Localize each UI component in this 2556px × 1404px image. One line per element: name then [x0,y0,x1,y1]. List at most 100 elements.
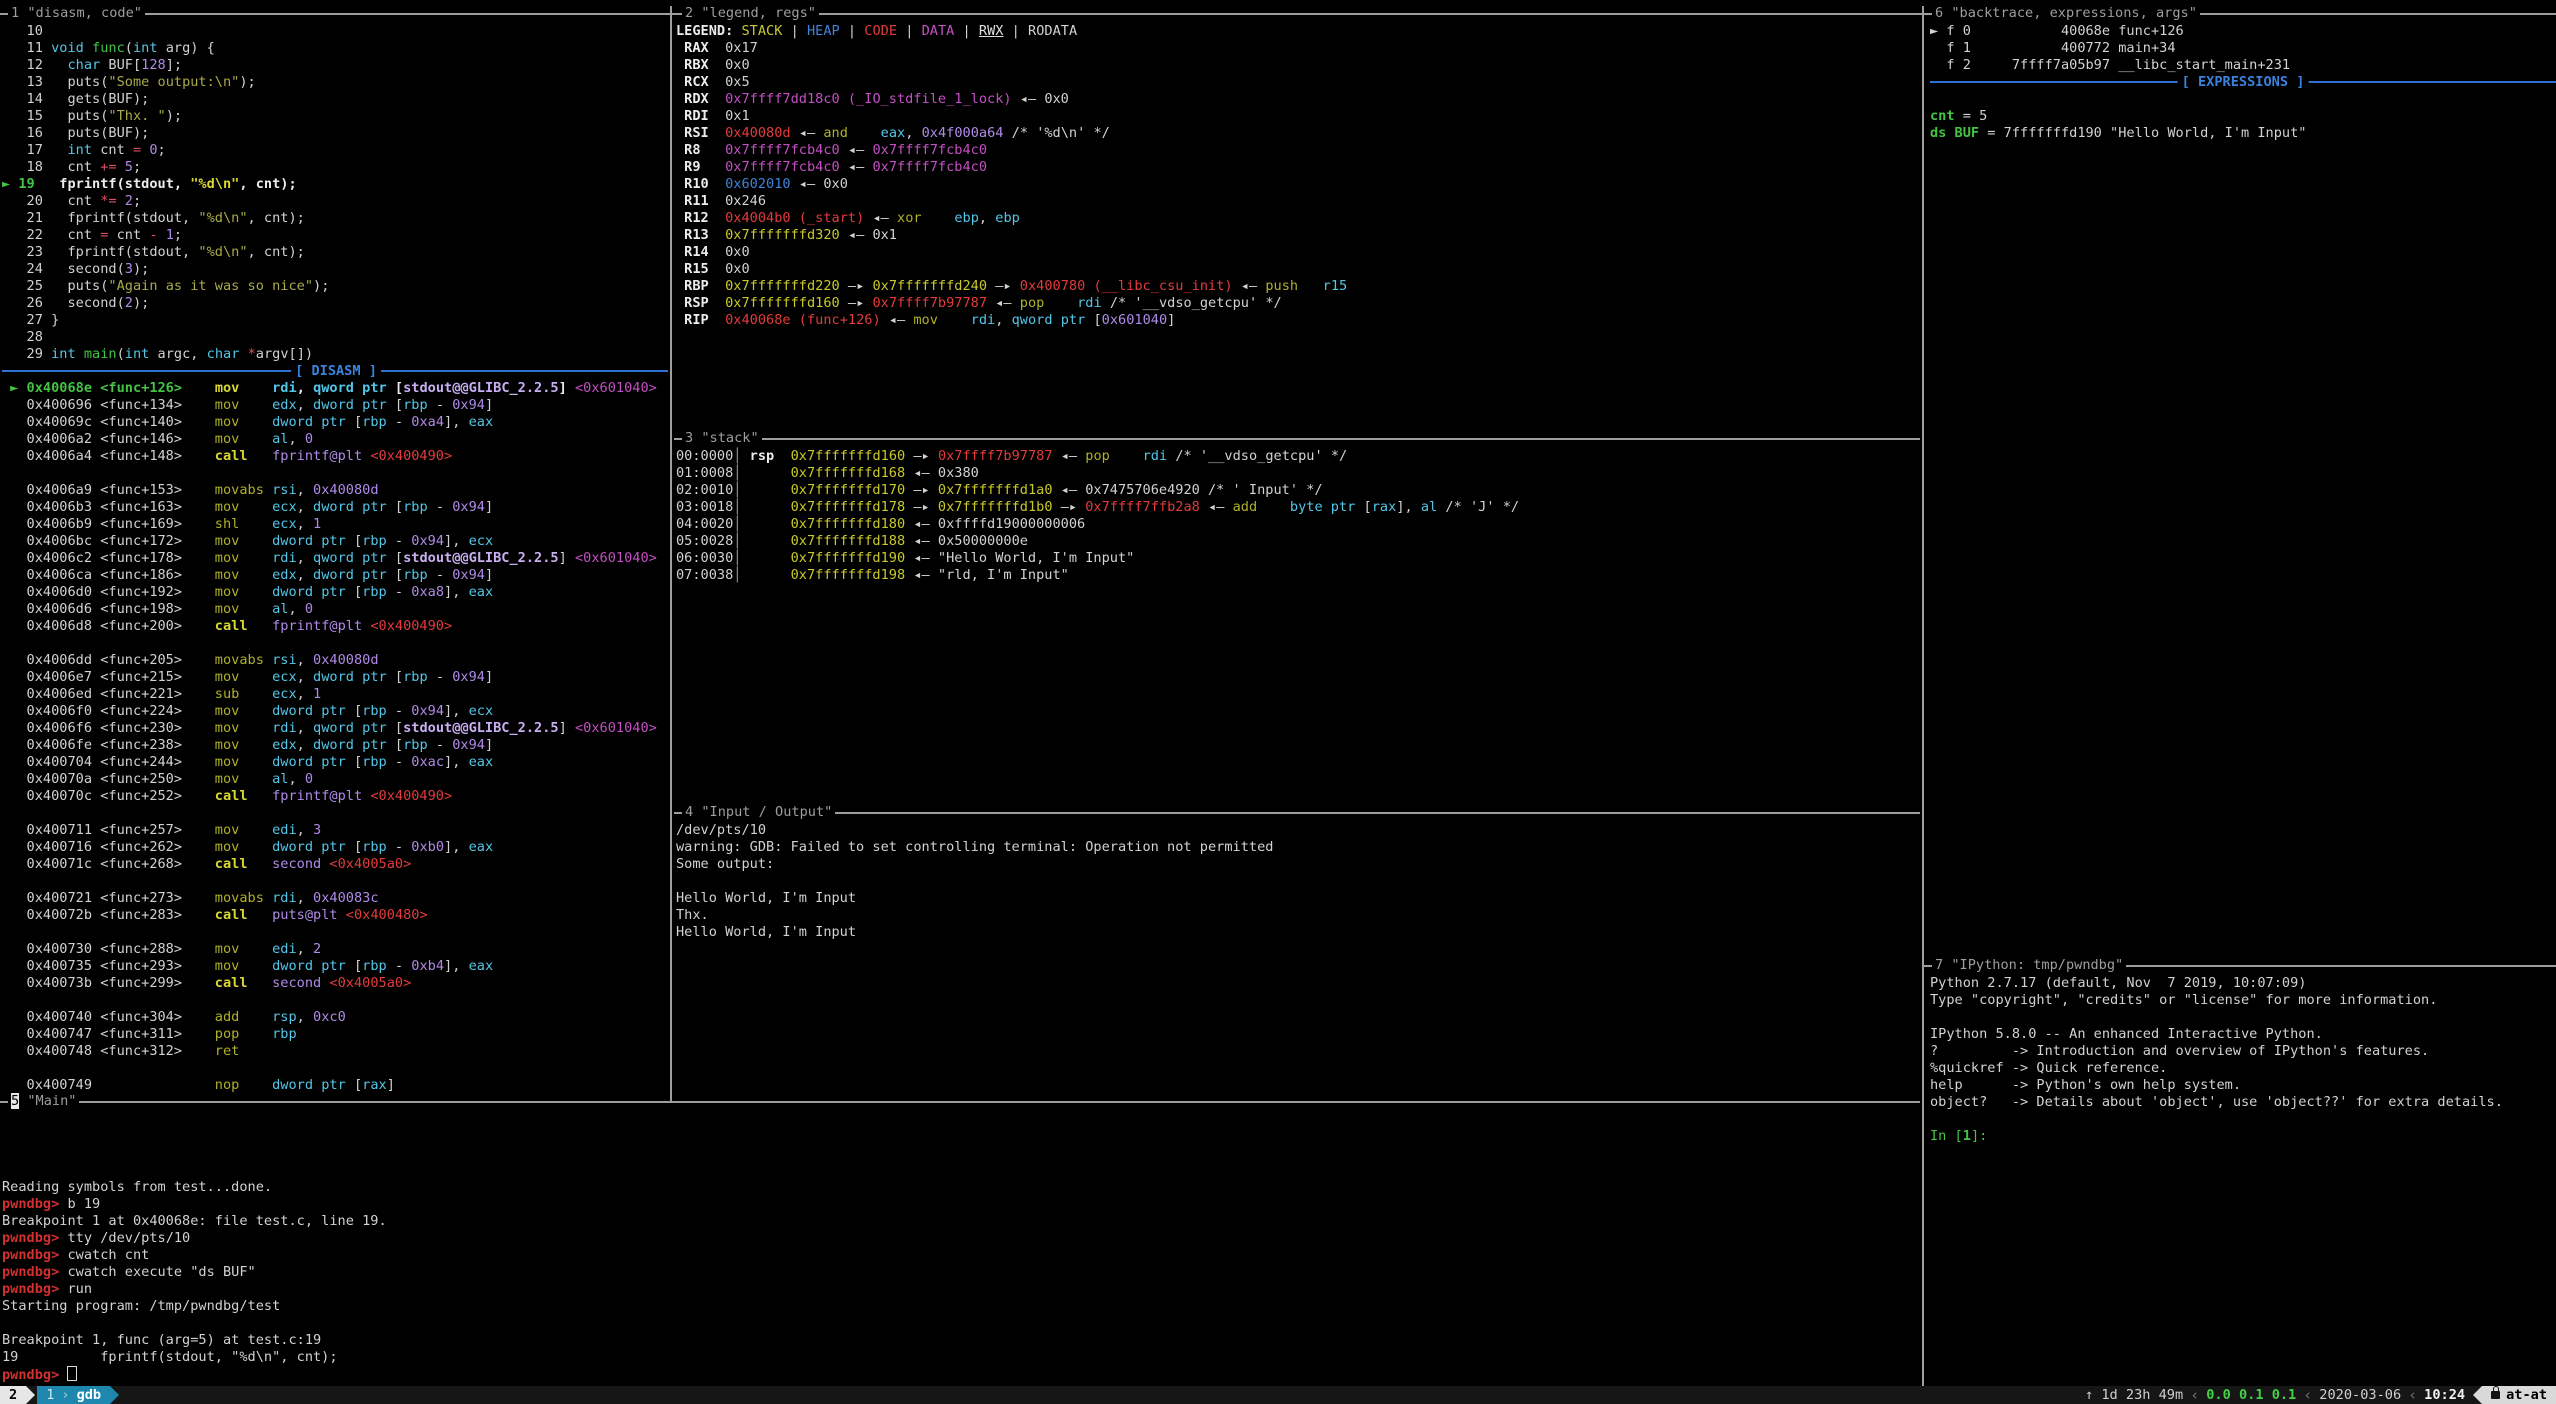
text-segment: , [297,482,313,498]
text-segment: IPython 5.8.0 -- An enhanced Interactive… [1930,1026,2323,1042]
text-segment: f 1 400772 main+34 [1930,40,2176,56]
text-segment: [ [346,414,362,430]
text-segment [239,584,272,600]
session-badge[interactable]: 2 [0,1386,26,1404]
text-segment: f 2 7ffff7a05b97 __libc_start_main+231 [1930,57,2290,73]
text-segment: ► 0x40068e <func+126> [2,380,182,396]
status-time: 10:24 [2424,1387,2465,1404]
text-segment: 00:0000 [676,448,733,464]
text-segment: , [297,567,313,583]
terminal-line: 0x4006f0 <func+224> mov dword ptr [rbp -… [2,703,657,720]
pane-main-gdb[interactable]: Reading symbols from test...done.pwndbg>… [2,1111,387,1383]
terminal-line: 0x4006b3 <func+163> mov ecx, dword ptr [… [2,499,657,516]
text-segment: 0x4006fe <func+238> [2,737,215,753]
terminal-line [2,1128,387,1145]
text-segment: mov [215,839,240,855]
terminal-line: 00:0000│ rsp 0x7fffffffd160 —▸ 0x7ffff7b… [676,448,1519,465]
terminal-line: 28 [2,329,329,346]
pane-input-output[interactable]: /dev/pts/10warning: GDB: Failed to set c… [676,822,1273,941]
text-segment: "Some output:\n" [108,74,239,90]
text-segment: 0x94 [452,669,485,685]
text-segment: HEAP [807,23,840,39]
text-segment: 0x7ffff7fcb4c0 [872,159,987,175]
text-segment: RIP [676,312,709,328]
text-segment: 11 [2,40,51,56]
text-segment [239,380,272,396]
text-segment: int [67,142,92,158]
text-segment: pwndbg> [2,1281,67,1297]
pane-source-code[interactable]: 10 11 void func(int arg) { 12 char BUF[1… [2,23,329,363]
terminal-line: 0x4006a4 <func+148> call fprintf@plt <0x… [2,448,657,465]
text-segment: 0xa8 [411,584,444,600]
text-segment: - [428,499,453,515]
text-segment [117,193,125,209]
text-segment: ◂— 0x0 [791,176,848,192]
text-segment: 05:0028 [676,533,733,549]
terminal-line: 11 void func(int arg) { [2,40,329,57]
text-segment: eax [469,414,494,430]
terminal-line: RCX 0x5 [676,74,1347,91]
text-segment: ], [444,958,469,974]
pane-disassembly[interactable]: ► 0x40068e <func+126> mov rdi, qword ptr… [2,380,657,1094]
text-segment: 0x4006b9 <func+169> [2,516,215,532]
text-segment: 0xb0 [411,839,444,855]
text-segment: mov [215,533,240,549]
text-segment: ); [133,295,149,311]
active-pane-number: 5 [11,1093,19,1109]
pane-stack[interactable]: 00:0000│ rsp 0x7fffffffd160 —▸ 0x7ffff7b… [676,448,1519,584]
text-segment: 0x40080d [313,652,378,668]
host-badge: at-at [2482,1386,2556,1404]
text-segment: rbp [362,839,387,855]
text-segment: ); [166,108,182,124]
text-segment: <0x601040> [575,380,657,396]
expressions-section-label: [ EXPRESSIONS ] [2178,74,2309,91]
text-segment: warning: GDB: Failed to set controlling … [676,839,1273,855]
text-segment [76,346,84,362]
text-segment: R10 [676,176,709,192]
text-segment: [ [387,737,403,753]
text-segment: b 19 [67,1196,100,1212]
text-segment: 0x7fffffffd170 [791,482,906,498]
text-segment [239,822,272,838]
pane-expressions[interactable]: cnt = 5ds BUF = 7fffffffd190 "Hello Worl… [1930,108,2306,142]
text-segment: ; [158,142,166,158]
text-segment: RAX [676,40,709,56]
text-segment: [ [387,669,403,685]
pane-title-disasm-code: 1 "disasm, code" [8,5,145,22]
terminal-line [1930,1111,2503,1128]
text-segment [239,1026,272,1042]
text-segment: 1 [313,516,321,532]
text-segment: ( [117,346,125,362]
text-segment: pop [1085,448,1110,464]
text-segment: ] [387,1077,395,1093]
text-segment: /* '__vdso_getcpu' */ [1102,295,1282,311]
terminal-line: 19 fprintf(stdout, "%d\n", cnt); [2,1349,387,1366]
text-segment [158,227,166,243]
pane-registers[interactable]: LEGEND: STACK | HEAP | CODE | DATA | RWX… [676,23,1347,329]
text-segment: 0x4006a9 <func+153> [2,482,215,498]
text-segment: 0x7ffff7fcb4c0 [725,159,840,175]
text-segment: , [979,210,995,226]
text-segment: Type "copyright", "credits" or "license"… [1930,992,2437,1008]
text-segment: mov [215,703,240,719]
text-segment: ( [125,40,133,56]
terminal-line: ds BUF = 7fffffffd190 "Hello World, I'm … [1930,125,2306,142]
text-segment: , [995,312,1011,328]
text-segment: [ [387,550,403,566]
terminal-line: 16 puts(BUF); [2,125,329,142]
text-segment: R13 [676,227,709,243]
text-segment: ecx [272,686,297,702]
window-tab-gdb[interactable]: 1 › gdb [37,1386,110,1404]
text-segment: object? -> Details about 'object', use '… [1930,1094,2503,1110]
terminal-line: pwndbg> cwatch execute "ds BUF" [2,1264,387,1281]
pane-backtrace[interactable]: ► f 0 40068e func+126 f 1 400772 main+34… [1930,23,2290,74]
text-segment: 0x40083c [313,890,378,906]
terminal-line: 0x4006ca <func+186> mov edx, dword ptr [… [2,567,657,584]
text-segment: 28 [2,329,43,345]
terminal-line [2,465,657,482]
text-segment: add [215,1009,240,1025]
text-segment: xor [897,210,922,226]
text-segment: run [67,1281,92,1297]
text-segment: mov [215,737,240,753]
pane-ipython[interactable]: Python 2.7.17 (default, Nov 7 2019, 10:0… [1930,975,2503,1145]
